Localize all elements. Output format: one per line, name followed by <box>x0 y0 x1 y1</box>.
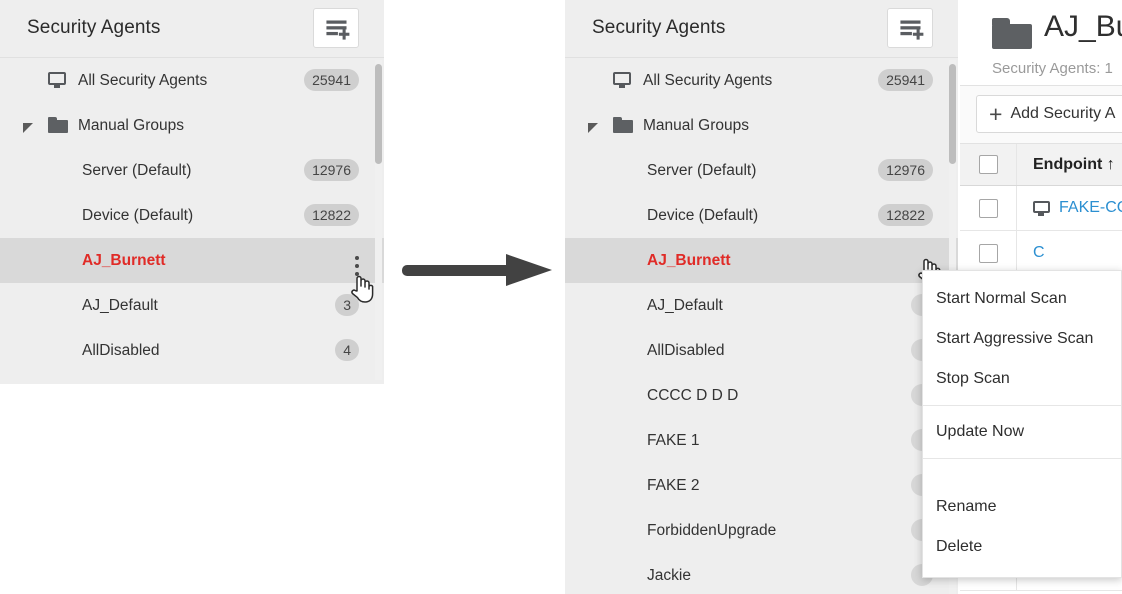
endpoint-cell: C <box>1017 244 1122 262</box>
detail-subtitle: Security Agents: 1 <box>992 60 1113 77</box>
tree-item-count-badge: 12976 <box>304 159 359 181</box>
endpoint-link[interactable]: FAKE-CC <box>1059 199 1122 217</box>
page-title: Security Agents <box>27 17 161 39</box>
menu-item-start-normal-scan[interactable]: Start Normal Scan <box>923 279 1121 319</box>
right-panel-header: Security Agents <box>565 0 958 58</box>
tree-item-alldisabled[interactable]: AllDisabled 4 <box>0 328 384 373</box>
left-scrollbar-thumb[interactable] <box>375 64 382 164</box>
group-context-menu: Start Normal ScanStart Aggressive ScanSt… <box>922 270 1122 578</box>
tree-item-aj-burnett[interactable]: AJ_Burnett <box>0 238 384 283</box>
tree-item-label: AJ_Burnett <box>82 252 166 270</box>
folder-icon <box>992 18 1032 49</box>
menu-item-delete[interactable]: Delete <box>923 527 1121 567</box>
detail-toolbar: + Add Security A <box>960 86 1122 144</box>
tree-item-device-default[interactable]: Device (Default) 12822 <box>0 193 384 238</box>
hand-pointer-cursor <box>348 272 374 304</box>
tree-item-all-security-agents[interactable]: All Security Agents 25941 <box>565 58 958 103</box>
right-group-tree: All Security Agents 25941 Manual Groups Ser… <box>565 58 958 594</box>
endpoint-cell: FAKE-CC <box>1017 199 1122 217</box>
tree-item-label: Manual Groups <box>78 117 184 135</box>
chevron-expanded-icon[interactable] <box>23 123 33 133</box>
tree-item-server-default[interactable]: Server (Default) 12976 <box>0 148 384 193</box>
tree-item-count-badge: 4 <box>335 339 359 361</box>
tree-item-count-badge: 25941 <box>878 69 933 91</box>
tree-item-label: AJ_Default <box>82 297 158 315</box>
endpoint-column-header[interactable]: Endpoint ↑ <box>1017 156 1122 174</box>
tree-item-server-default[interactable]: Server (Default) 12976 <box>565 148 958 193</box>
tree-item-label: Jackie <box>647 567 691 585</box>
add-security-agent-label: Add Security A <box>1010 105 1115 123</box>
monitor-icon <box>1033 201 1050 216</box>
tree-item-fake-2[interactable]: FAKE 2 <box>565 463 958 508</box>
menu-separator <box>923 458 1121 459</box>
tree-item-jackie[interactable]: Jackie <box>565 553 958 594</box>
tree-item-label: ForbiddenUpgrade <box>647 522 776 540</box>
tree-item-label: All Security Agents <box>78 72 207 90</box>
table-header-row: Endpoint ↑ <box>960 144 1122 186</box>
add-list-icon <box>314 9 358 47</box>
tree-item-label: Server (Default) <box>647 162 756 180</box>
add-list-icon <box>888 9 932 47</box>
right-scrollbar-thumb[interactable] <box>949 64 956 164</box>
tree-item-count-badge: 25941 <box>304 69 359 91</box>
menu-separator <box>923 405 1121 406</box>
tree-item-label: FAKE 1 <box>647 432 700 450</box>
endpoint-link[interactable]: C <box>1033 244 1045 262</box>
flow-arrow <box>400 252 560 288</box>
left-group-tree: All Security Agents 25941 Manual Groups Ser… <box>0 58 384 373</box>
detail-title: AJ_Bu <box>1044 10 1122 44</box>
tree-item-manual-groups[interactable]: Manual Groups <box>565 103 958 148</box>
tree-item-device-default[interactable]: Device (Default) 12822 <box>565 193 958 238</box>
tree-item-all-security-agents[interactable]: All Security Agents 25941 <box>0 58 384 103</box>
tree-item-aj-default[interactable]: AJ_Default <box>565 283 958 328</box>
tree-item-fake-1[interactable]: FAKE 1 <box>565 418 958 463</box>
left-security-agents-panel: Security Agents All Security Agents 25941… <box>0 0 384 384</box>
select-all-checkbox[interactable] <box>979 155 998 174</box>
tree-item-label: FAKE 2 <box>647 477 700 495</box>
chevron-expanded-icon[interactable] <box>588 123 598 133</box>
table-row[interactable]: FAKE-CC <box>960 186 1122 231</box>
plus-icon: + <box>989 103 1002 126</box>
menu-item-start-aggressive-scan[interactable]: Start Aggressive Scan <box>923 319 1121 359</box>
tree-item-forbiddenupgrade[interactable]: ForbiddenUpgrade <box>565 508 958 553</box>
left-panel-header: Security Agents <box>0 0 384 58</box>
tree-item-manual-groups[interactable]: Manual Groups <box>0 103 384 148</box>
tree-item-label: AJ_Burnett <box>647 252 731 270</box>
row-select-cell <box>960 231 1017 275</box>
tree-item-count-badge: 12976 <box>878 159 933 181</box>
tree-item-label: Device (Default) <box>647 207 758 225</box>
tree-item-label: AllDisabled <box>82 342 160 360</box>
tree-item-aj-default[interactable]: AJ_Default3 <box>0 283 384 328</box>
detail-header: AJ_Bu Security Agents: 1 <box>960 0 1122 86</box>
tree-item-label: Manual Groups <box>643 117 749 135</box>
tree-item-label: AllDisabled <box>647 342 725 360</box>
select-all-cell <box>960 144 1017 185</box>
tree-item-label: AJ_Default <box>647 297 723 315</box>
tree-item-alldisabled[interactable]: AllDisabled <box>565 328 958 373</box>
row-checkbox[interactable] <box>979 199 998 218</box>
page-title-2: Security Agents <box>592 17 726 39</box>
tree-item-label: Server (Default) <box>82 162 191 180</box>
add-group-button-2[interactable] <box>887 8 933 48</box>
tree-item-label: All Security Agents <box>643 72 772 90</box>
tree-item-aj-burnett[interactable]: AJ_Burnett <box>565 238 958 283</box>
menu-item-rename[interactable]: Rename <box>923 487 1121 527</box>
menu-gap <box>923 465 1121 487</box>
menu-item-stop-scan[interactable]: Stop Scan <box>923 359 1121 399</box>
row-checkbox[interactable] <box>979 244 998 263</box>
tree-item-cccc-d-d-d[interactable]: CCCC D D D <box>565 373 958 418</box>
tree-item-label: Device (Default) <box>82 207 193 225</box>
menu-item-update-now[interactable]: Update Now <box>923 412 1121 452</box>
add-security-agent-button[interactable]: + Add Security A <box>976 95 1122 133</box>
right-security-agents-panel: Security Agents All Security Agents 25941… <box>565 0 958 594</box>
row-select-cell <box>960 186 1017 230</box>
add-group-button[interactable] <box>313 8 359 48</box>
tree-item-count-badge: 12822 <box>304 204 359 226</box>
tree-item-count-badge: 12822 <box>878 204 933 226</box>
tree-item-label: CCCC D D D <box>647 387 738 405</box>
